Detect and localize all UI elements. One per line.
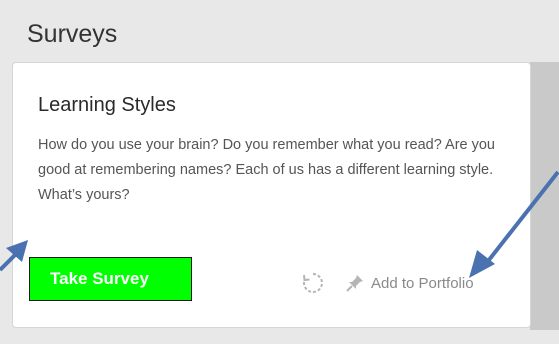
survey-title: Learning Styles (38, 94, 176, 116)
surveys-panel: Surveys Learning Styles How do you use y… (0, 0, 559, 344)
survey-description: How do you use your brain? Do you rememb… (38, 137, 495, 203)
take-survey-button[interactable]: Take Survey (29, 257, 192, 301)
add-to-portfolio-button[interactable]: Add to Portfolio (345, 273, 474, 293)
card-actions: Add to Portfolio (301, 270, 474, 296)
card-carousel-edge (530, 62, 559, 330)
panel-title: Surveys (27, 20, 118, 48)
survey-card: Learning Styles How do you use your brai… (12, 62, 531, 328)
reload-icon[interactable] (301, 271, 325, 295)
page: Surveys Learning Styles How do you use y… (0, 0, 559, 344)
add-to-portfolio-label: Add to Portfolio (371, 274, 474, 292)
pin-icon (345, 273, 365, 293)
